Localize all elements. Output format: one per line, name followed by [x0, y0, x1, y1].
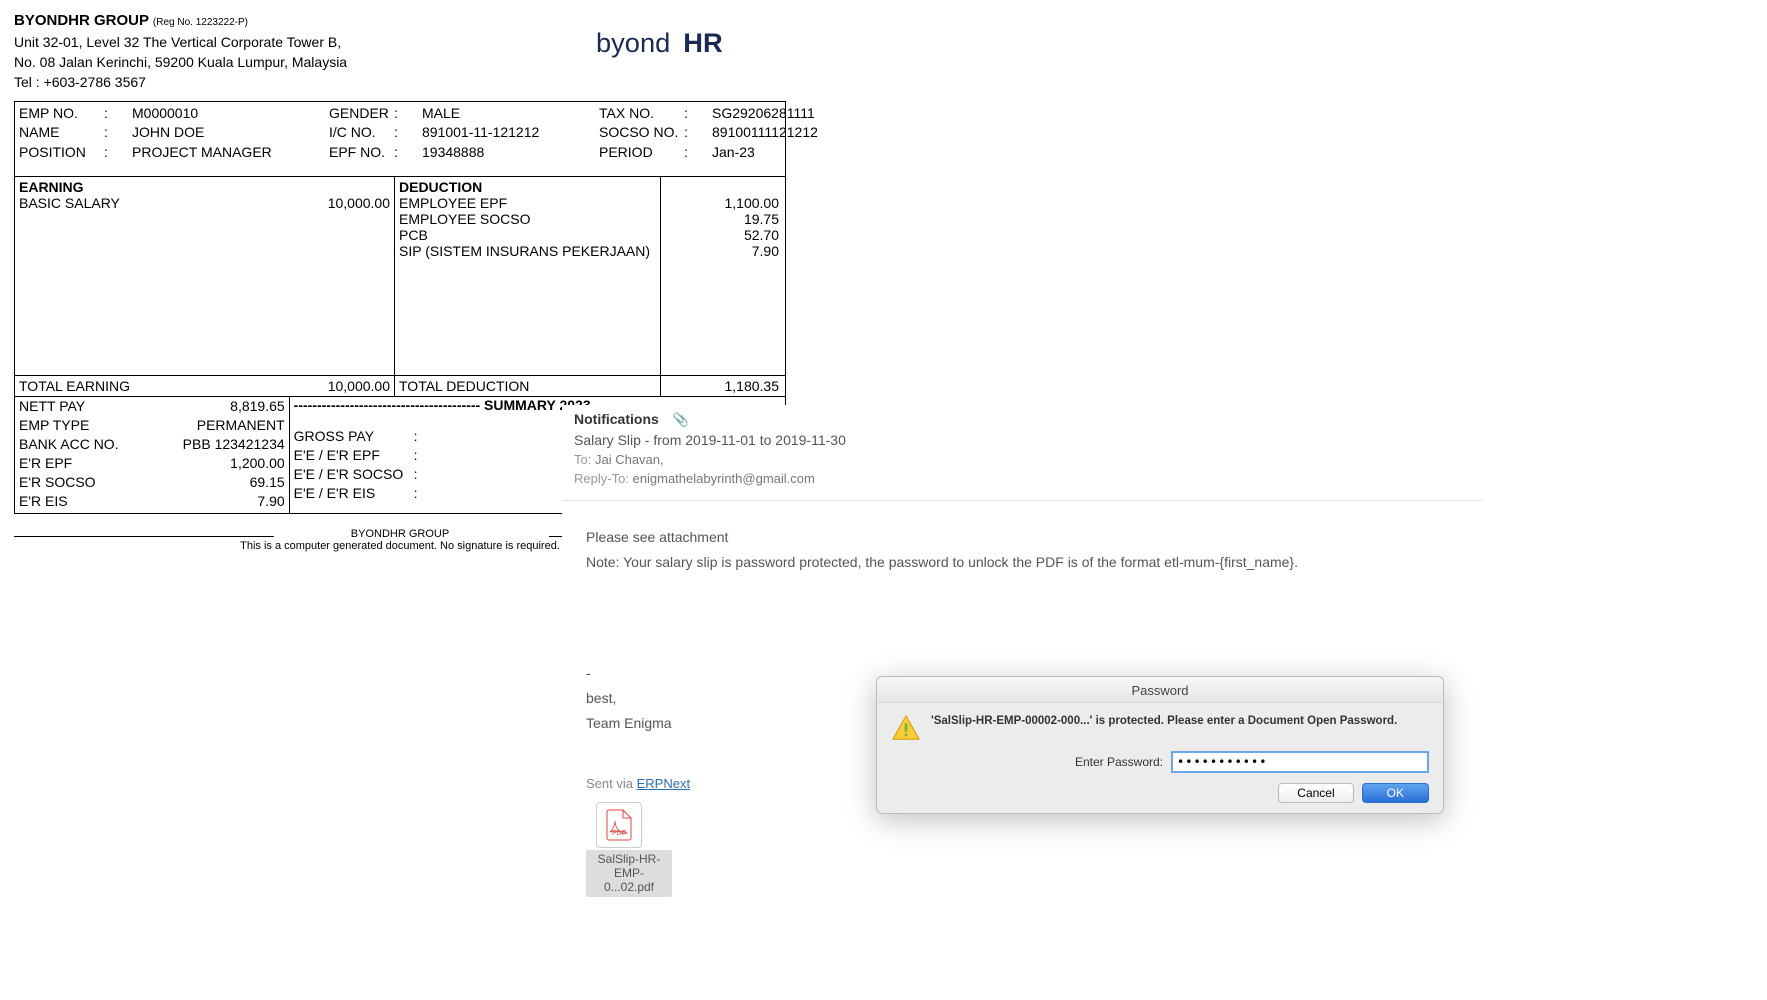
warning-icon — [891, 713, 921, 743]
attachment-name: SalSlip-HR-EMP-0...02.pdf — [586, 850, 672, 897]
deduction-amount: 19.75 — [667, 211, 779, 227]
label-tax-no: TAX NO. — [599, 104, 684, 124]
earning-title: EARNING — [19, 179, 390, 195]
deduction-label: EMPLOYEE EPF — [399, 195, 656, 211]
dialog-message: 'SalSlip-HR-EMP-00002-000...' is protect… — [931, 713, 1397, 727]
value-gender: MALE — [422, 104, 460, 124]
dialog-title: Password — [877, 677, 1443, 703]
earning-deduction-box: EARNING BASIC SALARY10,000.00 DEDUCTION … — [14, 177, 786, 375]
label-position: POSITION — [19, 143, 104, 163]
value-period: Jan-23 — [712, 143, 755, 163]
company-info: BYONDHR GROUP (Reg No. 1223222-P) Unit 3… — [14, 10, 347, 93]
deduction-label: SIP (SISTEM INSURANS PEKERJAAN) — [399, 243, 656, 259]
label-name: NAME — [19, 123, 104, 143]
password-dialog: Password 'SalSlip-HR-EMP-00002-000...' i… — [876, 676, 1444, 814]
to-value: Jai Chavan, — [595, 452, 664, 467]
total-earning-value: 10,000.00 — [328, 378, 390, 394]
body-line2: Note: Your salary slip is password prote… — [586, 552, 1458, 573]
label-gender: GENDER — [329, 104, 394, 124]
summary-left-row: E'R EPF1,200.00 — [19, 454, 285, 473]
attachment[interactable]: PDF SalSlip-HR-EMP-0...02.pdf — [586, 802, 1458, 897]
ok-button[interactable]: OK — [1362, 783, 1429, 803]
value-emp-no: M0000010 — [132, 104, 198, 124]
value-name: JOHN DOE — [132, 123, 204, 143]
password-input[interactable] — [1171, 751, 1429, 773]
value-socso-no: 89100111121212 — [712, 123, 818, 143]
notification-title: Notifications — [574, 411, 659, 427]
total-deduction-label: TOTAL DEDUCTION — [399, 378, 529, 394]
total-deduction-value: 1,180.35 — [661, 376, 785, 396]
notification-panel: Notifications 📎 Salary Slip - from 2019-… — [562, 405, 1482, 901]
label-epf-no: EPF NO. — [329, 143, 394, 163]
earning-line: BASIC SALARY10,000.00 — [19, 195, 390, 211]
totals-row: TOTAL EARNING 10,000.00 TOTAL DEDUCTION … — [14, 375, 786, 397]
summary-left-row: BANK ACC NO.PBB 123421234 — [19, 435, 285, 454]
label-socso-no: SOCSO NO. — [599, 123, 684, 143]
replyto-label: Reply-To: — [574, 471, 629, 486]
byondhr-logo: byond HR — [596, 22, 746, 69]
company-reg-no: (Reg No. 1223222-P) — [153, 17, 248, 28]
value-epf-no: 19348888 — [422, 143, 484, 163]
deduction-amount: 7.90 — [667, 243, 779, 259]
deduction-amount: 1,100.00 — [667, 195, 779, 211]
paperclip-icon: 📎 — [673, 412, 689, 427]
value-position: PROJECT MANAGER — [132, 143, 272, 163]
label-period: PERIOD — [599, 143, 684, 163]
company-addr1: Unit 32-01, Level 32 The Vertical Corpor… — [14, 32, 347, 52]
body-line1: Please see attachment — [586, 527, 1458, 548]
summary-left-row: NETT PAY8,819.65 — [19, 397, 285, 416]
company-addr2: No. 08 Jalan Kerinchi, 59200 Kuala Lumpu… — [14, 52, 347, 72]
replyto-value: enigmathelabyrinth@gmail.com — [633, 471, 815, 486]
notification-subject: Salary Slip - from 2019-11-01 to 2019-11… — [574, 432, 1470, 448]
sentvia-prefix: Sent via — [586, 776, 637, 791]
summary-left-row: EMP TYPEPERMANENT — [19, 416, 285, 435]
company-name: BYONDHR GROUP — [14, 12, 149, 29]
pdf-icon: PDF — [596, 802, 642, 848]
svg-text:HR: HR — [683, 27, 723, 58]
deduction-title: DEDUCTION — [399, 179, 656, 195]
deduction-label: EMPLOYEE SOCSO — [399, 211, 656, 227]
value-tax-no: SG29206281111 — [712, 104, 815, 124]
to-label: To: — [574, 452, 591, 467]
erpnext-link[interactable]: ERPNext — [637, 776, 690, 791]
deduction-amount: 52.70 — [667, 227, 779, 243]
total-earning-label: TOTAL EARNING — [19, 378, 130, 394]
summary-left-row: E'R SOCSO69.15 — [19, 473, 285, 492]
svg-text:byond: byond — [596, 27, 670, 58]
employee-details-box: EMP NO.:M0000010 NAME:JOHN DOE POSITION:… — [14, 101, 786, 178]
company-tel: Tel : +603-2786 3567 — [14, 72, 347, 92]
cancel-button[interactable]: Cancel — [1278, 783, 1353, 803]
label-ic-no: I/C NO. — [329, 123, 394, 143]
summary-left-row: E'R EIS7.90 — [19, 492, 285, 511]
value-ic-no: 891001-11-121212 — [422, 123, 539, 143]
deduction-label: PCB — [399, 227, 656, 243]
label-emp-no: EMP NO. — [19, 104, 104, 124]
password-label: Enter Password: — [1075, 755, 1163, 769]
